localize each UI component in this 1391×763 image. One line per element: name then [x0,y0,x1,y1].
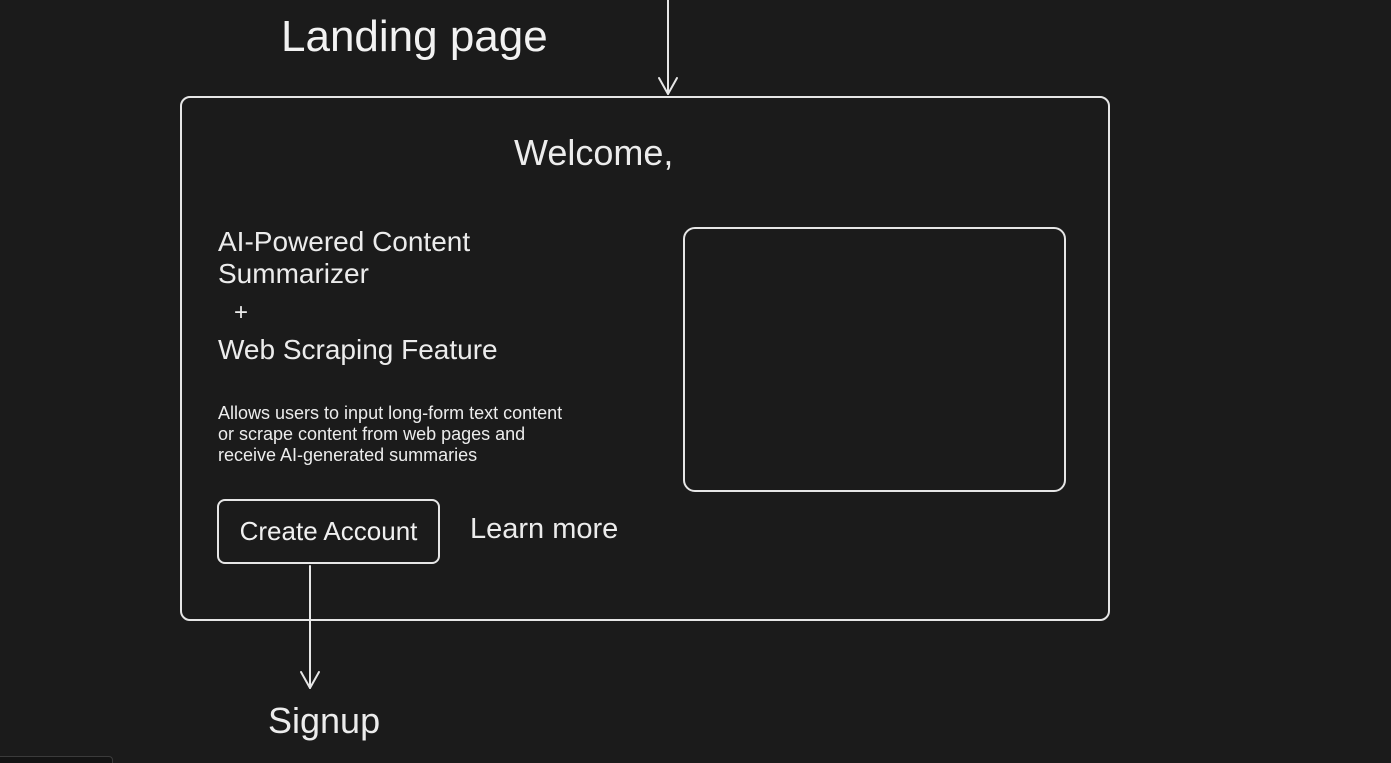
headline-line-2: Summarizer [218,258,369,289]
headline-line-1: AI-Powered Content [218,226,471,257]
description-line-1: Allows users to input long-form text con… [218,403,563,423]
page-title: Landing page [281,12,548,61]
description: Allows users to input long-form text con… [218,403,562,466]
plus-sign: + [234,299,249,326]
image-placeholder [683,227,1066,492]
signup-label: Signup [268,700,381,741]
create-account-button[interactable]: Create Account [217,499,440,564]
learn-more-link[interactable]: Learn more [470,513,618,546]
feature-heading: Web Scraping Feature [218,334,498,365]
welcome-heading: Welcome, [514,132,674,173]
description-line-3: receive AI-generated summaries [218,445,478,465]
canvas-corner-bar [0,756,113,763]
description-line-2: or scrape content from web pages and [218,424,526,444]
